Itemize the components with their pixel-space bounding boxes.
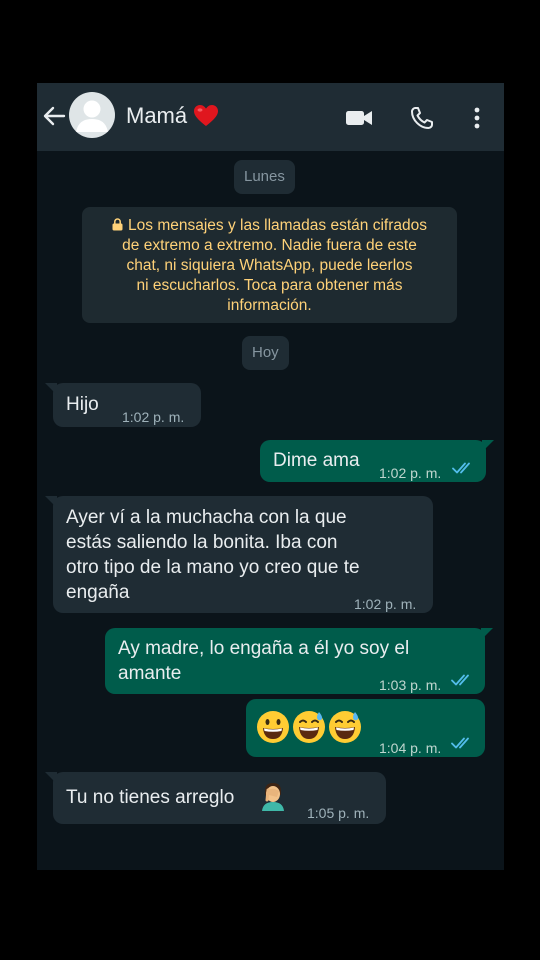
encryption-notice[interactable]: Los mensajes y las llamadas están cifrad… xyxy=(82,207,457,323)
message-incoming[interactable]: Hijo 1:02 p. m. xyxy=(45,383,201,427)
message-outgoing[interactable]: Dime ama 1:02 p. m. xyxy=(260,440,494,482)
video-call-icon[interactable] xyxy=(342,101,376,135)
grinning-face-emoji xyxy=(257,711,289,743)
grinning-sweat-face-emoji xyxy=(293,711,325,743)
message-text: Dime ama xyxy=(273,450,360,471)
default-avatar-icon xyxy=(76,100,108,132)
phone-call-icon[interactable] xyxy=(405,101,439,135)
notice-line: información. xyxy=(227,297,312,314)
notice-line: de extremo a extremo. Nadie fuera de est… xyxy=(122,237,417,254)
message-time: 1:02 p. m. xyxy=(354,596,417,612)
notice-line: ni escucharlos. Toca para obtener más xyxy=(136,277,403,294)
message-text-line: amante xyxy=(118,663,182,684)
message-time: 1:02 p. m. xyxy=(122,409,185,425)
message-incoming[interactable]: Tu no tienes arreglo 1:05 p. m. xyxy=(45,772,386,824)
message-incoming[interactable]: Ayer ví a la muchacha con la que estás s… xyxy=(45,496,433,613)
notice-line: Los mensajes y las llamadas están cifrad… xyxy=(128,217,427,234)
message-time: 1:04 p. m. xyxy=(379,740,442,756)
notice-line: chat, ni siquiera WhatsApp, puede leerlo… xyxy=(126,257,413,274)
contact-name: Mamá xyxy=(126,103,188,128)
chat-screen: Mamá Lunes Los mensajes y las llamadas e… xyxy=(37,83,504,870)
date-separator-lunes: Lunes xyxy=(234,160,295,194)
avatar[interactable] xyxy=(69,92,115,138)
message-time: 1:02 p. m. xyxy=(379,465,442,481)
contact-name-area[interactable]: Mamá xyxy=(126,100,219,132)
message-text-line: Ayer ví a la muchacha con la que xyxy=(66,507,347,528)
grinning-sweat-face-emoji xyxy=(329,711,361,743)
person-facepalming-emoji xyxy=(262,783,284,811)
message-text-line: otro tipo de la mano yo creo que te xyxy=(66,557,360,578)
message-outgoing[interactable]: 1:04 p. m. xyxy=(246,699,485,757)
message-text-line: engaña xyxy=(66,582,130,603)
read-receipt-icon xyxy=(451,674,469,686)
red-heart-emoji xyxy=(193,104,219,128)
message-time: 1:05 p. m. xyxy=(307,805,370,821)
message-text-line: Ay madre, lo engaña a él yo soy el xyxy=(118,638,410,659)
lock-icon xyxy=(112,218,123,231)
read-receipt-icon xyxy=(451,737,469,749)
message-text-line: estás saliendo la bonita. Iba con xyxy=(66,532,338,553)
message-outgoing[interactable]: Ay madre, lo engaña a él yo soy el amant… xyxy=(105,628,493,694)
message-text: Tu no tienes arreglo xyxy=(66,787,235,808)
message-time: 1:03 p. m. xyxy=(379,677,442,693)
arrow-left-icon[interactable] xyxy=(39,99,69,133)
more-vert-icon[interactable] xyxy=(460,101,494,135)
date-separator-hoy: Hoy xyxy=(242,336,289,370)
message-text: Hijo xyxy=(66,394,99,415)
chat-header: Mamá xyxy=(37,83,504,151)
read-receipt-icon xyxy=(452,462,470,474)
